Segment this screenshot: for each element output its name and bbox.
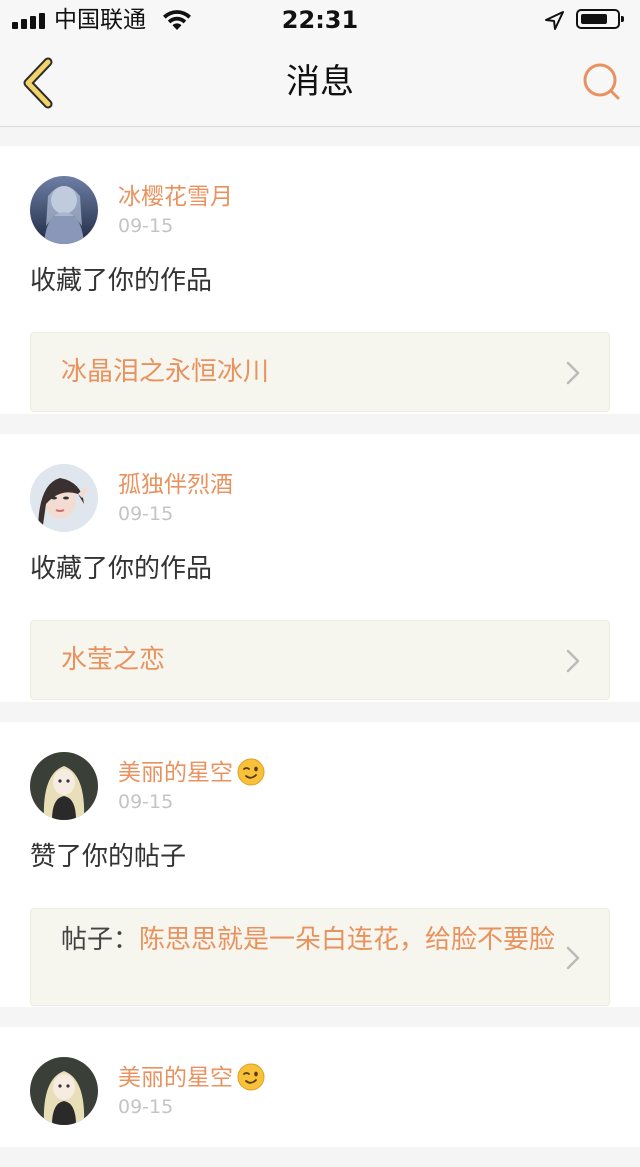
battery-icon (576, 9, 624, 29)
message-date: 09-15 (118, 1096, 174, 1118)
wink-emoji-icon (237, 1063, 265, 1091)
post-title-text: 陈思思就是一朵白连花，给脸不要脸 (139, 925, 556, 955)
chevron-right-icon (566, 946, 580, 970)
message-card: 美丽的星空 09-15 (0, 1027, 640, 1147)
username-text: 冰樱花雪月 (118, 184, 233, 210)
username[interactable]: 美丽的星空 (118, 1063, 265, 1093)
search-icon (583, 63, 620, 100)
username[interactable]: 冰樱花雪月 (118, 182, 233, 212)
username[interactable]: 孤独伴烈酒 (118, 470, 233, 500)
action-text: 收藏了你的作品 (30, 266, 213, 296)
username-text: 美丽的星空 (118, 1065, 233, 1091)
location-arrow-icon (545, 11, 564, 30)
work-link[interactable]: 水莹之恋 (30, 620, 610, 700)
post-link[interactable]: 帖子：陈思思就是一朵白连花，给脸不要脸 (30, 908, 610, 1006)
chevron-right-icon (566, 361, 580, 385)
action-text: 收藏了你的作品 (30, 554, 213, 584)
username[interactable]: 美丽的星空 (118, 758, 265, 788)
work-title: 水莹之恋 (61, 645, 166, 675)
message-card: 孤独伴烈酒 09-15 收藏了你的作品 水莹之恋 (0, 434, 640, 702)
message-date: 09-15 (118, 215, 174, 237)
chevron-right-icon (566, 649, 580, 673)
action-text: 赞了你的帖子 (30, 842, 187, 872)
post-title: 帖子：陈思思就是一朵白连花，给脸不要脸 (61, 925, 561, 955)
work-title: 冰晶泪之永恒冰川 (61, 357, 270, 387)
username-text: 美丽的星空 (118, 760, 233, 786)
avatar[interactable] (30, 176, 98, 244)
message-date: 09-15 (118, 503, 174, 525)
page-title: 消息 (286, 62, 354, 102)
avatar[interactable] (30, 464, 98, 532)
avatar[interactable] (30, 1057, 98, 1125)
message-card: 美丽的星空 09-15 赞了你的帖子 帖子：陈思思就是一朵白连花，给脸不要脸 (0, 722, 640, 1007)
status-bar: 中国联通 22:31 (0, 0, 640, 40)
search-button[interactable] (578, 58, 626, 106)
message-list: 冰樱花雪月 09-15 收藏了你的作品 冰晶泪之永恒冰川 孤独伴烈酒 09-15… (0, 146, 640, 1167)
message-card: 冰樱花雪月 09-15 收藏了你的作品 冰晶泪之永恒冰川 (0, 146, 640, 414)
username-text: 孤独伴烈酒 (118, 472, 233, 498)
post-prefix: 帖子： (61, 925, 140, 955)
avatar[interactable] (30, 752, 98, 820)
nav-bar: 消息 (0, 40, 640, 127)
message-date: 09-15 (118, 791, 174, 813)
work-link[interactable]: 冰晶泪之永恒冰川 (30, 332, 610, 412)
wink-emoji-icon (237, 758, 265, 786)
